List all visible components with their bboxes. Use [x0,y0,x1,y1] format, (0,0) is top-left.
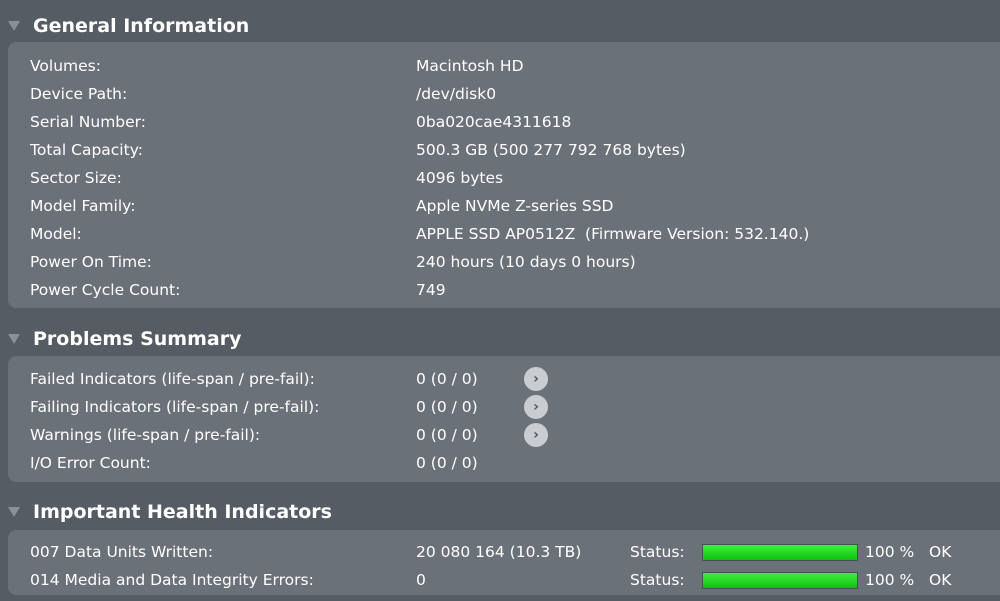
row-value: 4096 bytes [416,169,504,187]
progress-fill [703,572,857,588]
section-header-general[interactable]: General Information [0,11,249,41]
status-percent: 100 % [865,571,915,589]
info-row: Volumes: Macintosh HD [30,52,1000,80]
row-value: 0ba020cae4311618 [416,113,572,131]
info-row: Device Path: /dev/disk0 [30,80,1000,108]
row-label: Failed Indicators (life-span / pre-fail)… [30,370,315,388]
status-percent: 100 % [865,543,915,561]
row-value: 0 [416,571,426,589]
row-value: 749 [416,281,446,299]
section-title: General Information [33,15,250,37]
section-header-problems[interactable]: Problems Summary [0,324,241,354]
status-progress-bar [702,571,858,589]
row-label: Volumes: [30,57,101,75]
status-text: OK [929,571,952,589]
row-value: 0 (0 / 0) [416,454,478,472]
row-value: APPLE SSD AP0512Z (Firmware Version: 532… [416,225,810,243]
info-row: 014 Media and Data Integrity Errors: 0 Sta… [30,566,1000,594]
row-label: Sector Size: [30,169,122,187]
status-label: Status: [630,543,685,561]
info-row: Model Family: Apple NVMe Z-series SSD [30,192,1000,220]
row-value: Macintosh HD [416,57,524,75]
problems-summary-panel: Failed Indicators (life-span / pre-fail)… [8,356,1000,482]
row-label: Model: [30,225,82,243]
row-value: 0 (0 / 0) [416,426,478,444]
row-label: Failing Indicators (life-span / pre-fail… [30,398,320,416]
details-arrow-button[interactable]: › [524,423,548,447]
row-label: Warnings (life-span / pre-fail): [30,426,261,444]
row-label: 014 Media and Data Integrity Errors: [30,571,314,589]
info-row: Failed Indicators (life-span / pre-fail)… [30,365,1000,393]
row-value: 0 (0 / 0) [416,370,478,388]
info-row: Failing Indicators (life-span / pre-fail… [30,393,1000,421]
details-arrow-button[interactable]: › [524,395,548,419]
row-label: 007 Data Units Written: [30,543,214,561]
row-label: I/O Error Count: [30,454,151,472]
row-value: 500.3 GB (500 277 792 768 bytes) [416,141,686,159]
disclosure-triangle-icon[interactable] [8,21,20,31]
row-label: Device Path: [30,85,128,103]
info-row: I/O Error Count: 0 (0 / 0) [30,449,1000,477]
info-row: Power On Time: 240 hours (10 days 0 hours… [30,248,1000,276]
disclosure-triangle-icon[interactable] [8,507,20,517]
health-indicators-panel: 007 Data Units Written: 20 080 164 (10.3 … [8,530,1000,595]
info-row: Total Capacity: 500.3 GB (500 277 792 768… [30,136,1000,164]
row-value: /dev/disk0 [416,85,497,103]
general-info-panel: Volumes: Macintosh HD Device Path: /dev/dis… [8,42,1000,308]
row-label: Power Cycle Count: [30,281,181,299]
row-label: Serial Number: [30,113,147,131]
status-text: OK [929,543,952,561]
info-row: 007 Data Units Written: 20 080 164 (10.3 … [30,538,1000,566]
row-label: Model Family: [30,197,136,215]
info-row: Sector Size: 4096 bytes [30,164,1000,192]
info-row: Serial Number: 0ba020cae4311618 [30,108,1000,136]
progress-fill [703,544,857,560]
details-arrow-button[interactable]: › [524,367,548,391]
row-value: 0 (0 / 0) [416,398,478,416]
status-progress-bar [702,543,858,561]
section-header-health[interactable]: Important Health Indicators [0,497,332,527]
section-title: Important Health Indicators [33,501,332,523]
status-label: Status: [630,571,685,589]
row-value: 240 hours (10 days 0 hours) [416,253,636,271]
row-value: Apple NVMe Z-series SSD [416,197,614,215]
disclosure-triangle-icon[interactable] [8,334,20,344]
row-value: 20 080 164 (10.3 TB) [416,543,582,561]
row-label: Total Capacity: [30,141,143,159]
info-row: Model: APPLE SSD AP0512Z (Firmware Versio… [30,220,1000,248]
section-title: Problems Summary [33,328,242,350]
row-label: Power On Time: [30,253,152,271]
info-row: Warnings (life-span / pre-fail): 0 (0 / 0… [30,421,1000,449]
info-row: Power Cycle Count: 749 [30,276,1000,304]
